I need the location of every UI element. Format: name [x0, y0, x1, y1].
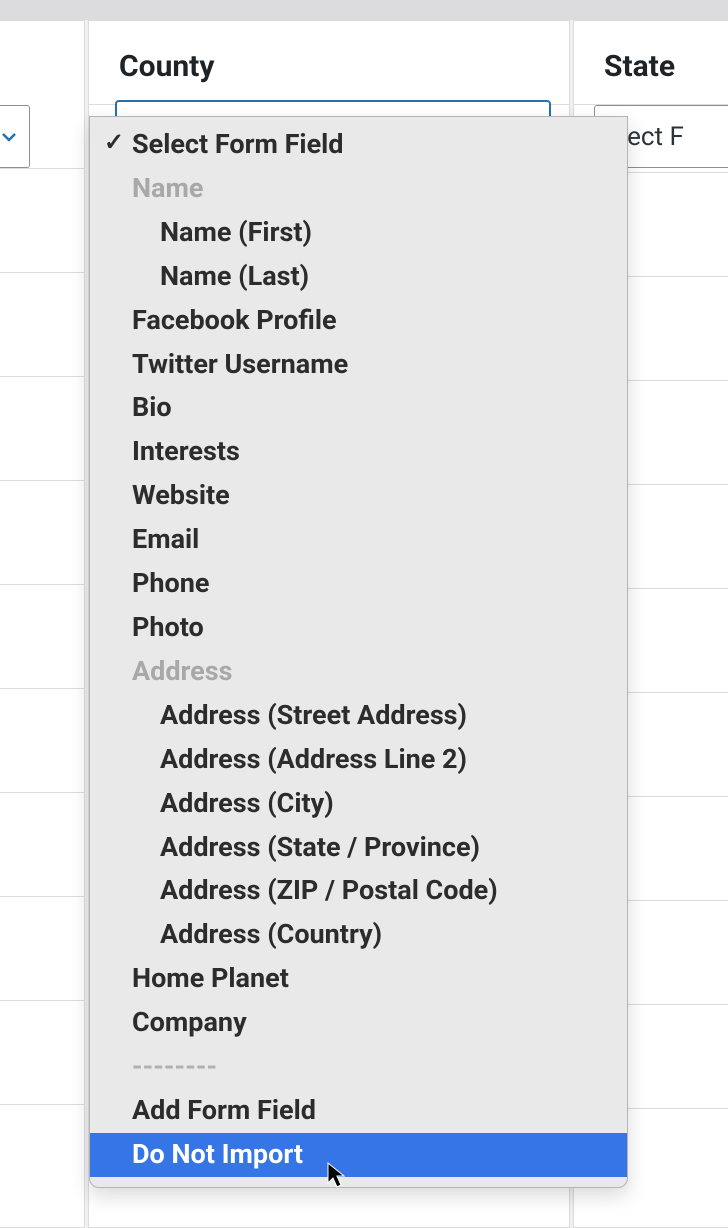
- table-row: [0, 793, 84, 897]
- table-row: [0, 585, 84, 689]
- table-row: [0, 377, 84, 481]
- dropdown-option-address-line2[interactable]: Address (Address Line 2): [90, 738, 627, 782]
- dropdown-option-company[interactable]: Company: [90, 1001, 627, 1045]
- dropdown-option-address-city[interactable]: Address (City): [90, 782, 627, 826]
- table-row: [0, 689, 84, 793]
- table-row: [0, 1001, 84, 1105]
- dropdown-option-interests[interactable]: Interests: [90, 430, 627, 474]
- table-row: [0, 273, 84, 377]
- dropdown-option-address-zip[interactable]: Address (ZIP / Postal Code): [90, 869, 627, 913]
- dropdown-option-email[interactable]: Email: [90, 518, 627, 562]
- dropdown-option-address-state[interactable]: Address (State / Province): [90, 826, 627, 870]
- dropdown-menu[interactable]: Select Form Field Name Name (First) Name…: [89, 116, 628, 1188]
- column-header-county: County: [89, 21, 569, 105]
- table-row: [0, 897, 84, 1001]
- dropdown-option-photo[interactable]: Photo: [90, 606, 627, 650]
- column-left-partial: [0, 20, 85, 1228]
- column-header-state: State: [574, 21, 728, 105]
- dropdown-option-address-country[interactable]: Address (Country): [90, 913, 627, 957]
- dropdown-option-phone[interactable]: Phone: [90, 562, 627, 606]
- dropdown-option-website[interactable]: Website: [90, 474, 627, 518]
- dropdown-option-select-form-field[interactable]: Select Form Field: [90, 123, 627, 167]
- dropdown-option-do-not-import[interactable]: Do Not Import: [90, 1133, 627, 1177]
- table-row: [0, 169, 84, 273]
- top-strip: [0, 0, 728, 20]
- dropdown-option-facebook[interactable]: Facebook Profile: [90, 299, 627, 343]
- dropdown-group-address: Address: [90, 650, 627, 694]
- dropdown-option-home-planet[interactable]: Home Planet: [90, 957, 627, 1001]
- dropdown-option-name-last[interactable]: Name (Last): [90, 255, 627, 299]
- dropdown-group-name: Name: [90, 167, 627, 211]
- dropdown-option-bio[interactable]: Bio: [90, 386, 627, 430]
- chevron-down-icon: [0, 127, 19, 147]
- dropdown-option-name-first[interactable]: Name (First): [90, 211, 627, 255]
- dropdown-option-twitter[interactable]: Twitter Username: [90, 343, 627, 387]
- select-dropdown-left-partial[interactable]: [0, 105, 30, 168]
- table-row: [0, 481, 84, 585]
- dropdown-separator: --------: [90, 1045, 627, 1089]
- dropdown-option-add-form-field[interactable]: Add Form Field: [90, 1089, 627, 1133]
- dropdown-option-address-street[interactable]: Address (Street Address): [90, 694, 627, 738]
